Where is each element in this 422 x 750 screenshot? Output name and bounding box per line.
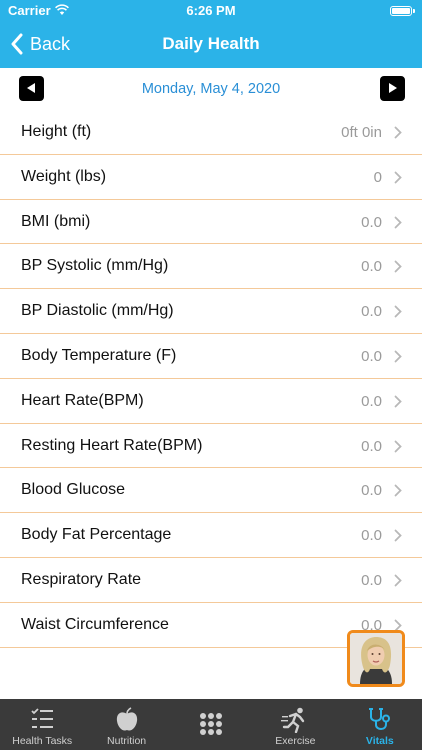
chevron-right-icon [394, 574, 402, 587]
chevron-right-icon [394, 260, 402, 273]
date-selector: Monday, May 4, 2020 [0, 68, 422, 110]
vital-row[interactable]: Heart Rate(BPM) 0.0 [0, 379, 422, 424]
vital-value: 0.0 [361, 347, 382, 365]
tab-label: Nutrition [107, 735, 147, 747]
vitals-list: Height (ft) 0ft 0in Weight (lbs) 0 BMI (bmi)… [0, 110, 422, 648]
task-list-icon [31, 708, 54, 728]
vital-row[interactable]: Weight (lbs) 0 [0, 155, 422, 200]
vital-row[interactable]: Body Temperature (F) 0.0 [0, 334, 422, 379]
vital-label: Weight (lbs) [21, 167, 107, 185]
avatar [350, 633, 402, 684]
chevron-right-icon [394, 305, 402, 318]
chevron-right-icon [394, 171, 402, 184]
vital-row[interactable]: Blood Glucose 0.0 [0, 468, 422, 514]
vital-value: 0.0 [361, 437, 382, 455]
vital-value: 0 [373, 168, 382, 186]
battery-icon [390, 6, 415, 16]
status-time: 6:26 PM [186, 3, 236, 18]
vital-row[interactable]: Respiratory Rate 0.0 [0, 558, 422, 603]
vital-value: 0.0 [361, 527, 382, 545]
vital-label: Heart Rate(BPM) [21, 391, 144, 409]
chevron-right-icon [394, 395, 402, 408]
vital-row[interactable]: BMI (bmi) 0.0 [0, 200, 422, 245]
tab-label: Health Tasks [12, 735, 73, 747]
vital-value: 0ft 0in [341, 124, 382, 141]
back-label: Back [30, 33, 71, 54]
navigation-header: Carrier 6:26 PM Back Daily Health [0, 0, 422, 68]
tab-menu[interactable] [169, 699, 253, 750]
back-button[interactable]: Back [10, 30, 70, 58]
runner-icon [281, 707, 305, 733]
chevron-right-icon [394, 126, 402, 139]
chevron-right-icon [394, 529, 402, 542]
vital-label: Height (ft) [21, 123, 92, 140]
chevron-right-icon [394, 216, 402, 228]
tab-health-tasks[interactable]: Health Tasks [0, 699, 84, 750]
vital-row[interactable]: BP Diastolic (mm/Hg) 0.0 [0, 289, 422, 334]
vital-label: BP Systolic (mm/Hg) [21, 257, 169, 275]
tab-bar: Health Tasks Nutrition Exercise Vitals [0, 699, 422, 750]
triangle-right-icon [389, 83, 397, 93]
vital-label: Body Fat Percentage [21, 526, 172, 544]
vital-value: 0.0 [361, 213, 382, 231]
vital-label: Resting Heart Rate(BPM) [21, 436, 203, 454]
vital-value: 0.0 [361, 258, 382, 276]
chevron-left-icon [11, 33, 23, 55]
chevron-right-icon [394, 440, 402, 452]
vital-row[interactable]: Height (ft) 0ft 0in [0, 110, 422, 155]
status-bar: Carrier 6:26 PM [0, 0, 422, 22]
next-day-button[interactable] [380, 76, 405, 101]
vital-value: 0.0 [361, 482, 382, 500]
vital-label: Body Temperature (F) [21, 346, 177, 364]
vital-label: Waist Circumference [21, 615, 169, 633]
vital-value: 0.0 [361, 303, 382, 321]
vital-label: BMI (bmi) [21, 212, 91, 230]
vital-row[interactable]: BP Systolic (mm/Hg) 0.0 [0, 244, 422, 290]
vital-label: Blood Glucose [21, 481, 126, 499]
grid-icon [199, 713, 222, 735]
vital-value: 0.0 [361, 571, 382, 589]
tab-label: Exercise [275, 735, 316, 747]
avatar-button[interactable] [347, 630, 405, 687]
tab-exercise[interactable]: Exercise [253, 699, 337, 750]
vital-row[interactable]: Body Fat Percentage 0.0 [0, 513, 422, 558]
chevron-right-icon [394, 484, 402, 497]
tab-nutrition[interactable]: Nutrition [84, 699, 168, 750]
tab-vitals[interactable]: Vitals [338, 699, 422, 750]
stethoscope-icon [368, 708, 390, 730]
vital-label: Respiratory Rate [21, 570, 142, 588]
vital-label: BP Diastolic (mm/Hg) [21, 302, 174, 320]
vital-row[interactable]: Resting Heart Rate(BPM) 0.0 [0, 424, 422, 469]
current-date: Monday, May 4, 2020 [141, 81, 281, 97]
apple-icon [116, 707, 137, 731]
tab-label: Vitals [365, 735, 394, 747]
chevron-right-icon [394, 350, 402, 363]
vital-value: 0.0 [361, 392, 382, 410]
